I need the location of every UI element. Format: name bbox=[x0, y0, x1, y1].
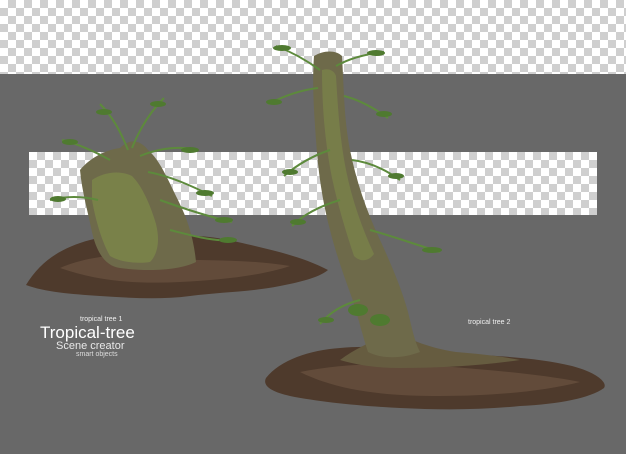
tree2-caption: tropical tree 2 bbox=[468, 319, 511, 326]
tree-scene bbox=[26, 45, 605, 410]
smart-objects-caption: smart objects bbox=[76, 351, 118, 358]
tropical-tree-2 bbox=[265, 45, 605, 410]
tree1-caption: tropical tree 1 bbox=[80, 316, 123, 323]
tropical-tree-1 bbox=[26, 97, 328, 299]
